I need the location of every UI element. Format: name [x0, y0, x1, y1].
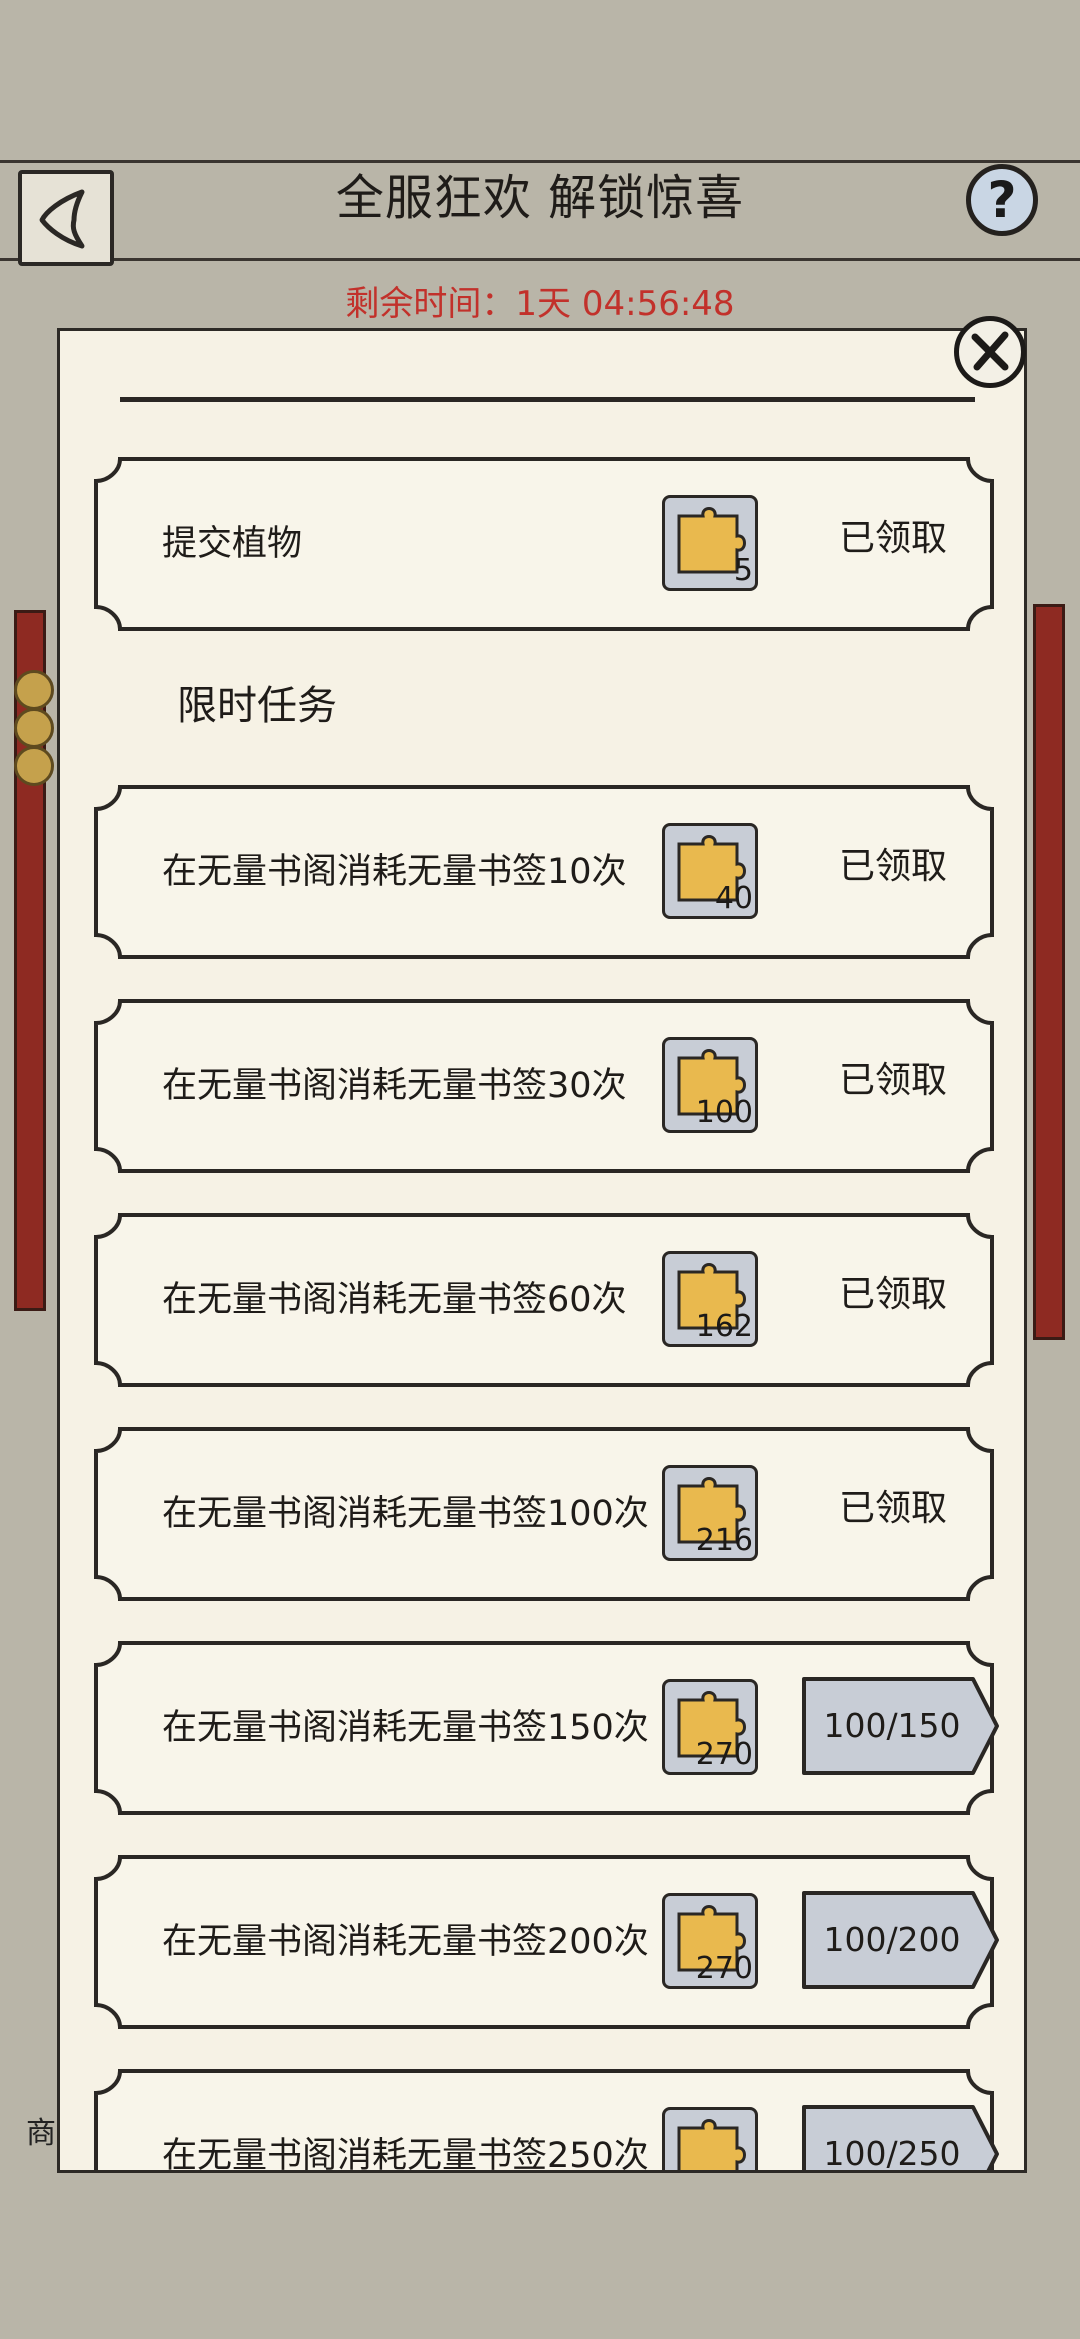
- progress-tag[interactable]: 100/200: [801, 1890, 1001, 1990]
- coin-icon: [14, 708, 54, 748]
- coin-icon: [14, 670, 54, 710]
- task-row: 在无量书阁消耗无量书签10次 40 已领取: [94, 783, 994, 961]
- progress-tag[interactable]: 100/150: [801, 1676, 1001, 1776]
- progress-text: 100/250: [823, 2134, 961, 2173]
- coin-icon: [14, 746, 54, 786]
- claimed-status: 已领取: [839, 1488, 948, 1529]
- reward-count: 100: [695, 1095, 753, 1130]
- reward-count: 162: [695, 1309, 753, 1344]
- panel-divider: [120, 397, 975, 402]
- close-button[interactable]: [954, 316, 1026, 388]
- task-row: 在无量书阁消耗无量书签250次 100/250: [94, 2067, 999, 2173]
- reward-count: 270: [695, 1737, 753, 1772]
- progress-tag[interactable]: 100/250: [801, 2104, 1001, 2173]
- help-button[interactable]: ?: [966, 164, 1038, 236]
- task-row: 提交植物 5 已领取: [94, 455, 994, 633]
- timer-value: 1天 04:56:48: [515, 284, 735, 324]
- task-row: 在无量书阁消耗无量书签30次 100 已领取: [94, 997, 994, 1175]
- task-row: 在无量书阁消耗无量书签200次 270 100/200: [94, 1853, 999, 2031]
- progress-text: 100/200: [823, 1920, 961, 1959]
- claimed-status: 已领取: [839, 846, 948, 887]
- task-name: 在无量书阁消耗无量书签250次: [162, 2136, 649, 2173]
- page-title: 全服狂欢 解锁惊喜: [335, 170, 745, 226]
- task-row: 在无量书阁消耗无量书签100次 216 已领取: [94, 1425, 994, 1603]
- task-name: 在无量书阁消耗无量书签10次: [162, 852, 627, 892]
- reward-item[interactable]: 162: [662, 1251, 758, 1347]
- claimed-status: 已领取: [839, 1274, 948, 1315]
- reward-count: 216: [695, 1523, 753, 1558]
- reward-item[interactable]: 5: [662, 495, 758, 591]
- reward-item[interactable]: [662, 2107, 758, 2170]
- reward-count: 40: [714, 881, 753, 916]
- reward-item[interactable]: 270: [662, 1679, 758, 1775]
- reward-count: 270: [695, 1951, 753, 1986]
- task-name: 在无量书阁消耗无量书签60次: [162, 1280, 627, 1320]
- progress-text: 100/150: [823, 1706, 961, 1745]
- reward-item[interactable]: 100: [662, 1037, 758, 1133]
- reward-item[interactable]: 40: [662, 823, 758, 919]
- task-name: 在无量书阁消耗无量书签30次: [162, 1066, 627, 1106]
- shop-label: 商: [26, 2116, 56, 2151]
- reward-item[interactable]: 270: [662, 1893, 758, 1989]
- event-screen: 全服狂欢 解锁惊喜 ? 剩余时间：1天 04:56:48 商 限时任务 提交植物…: [0, 0, 1080, 2339]
- task-name: 在无量书阁消耗无量书签200次: [162, 1922, 649, 1962]
- countdown-timer: 剩余时间：1天 04:56:48: [0, 276, 1080, 325]
- task-name: 在无量书阁消耗无量书签100次: [162, 1494, 649, 1534]
- task-name: 提交植物: [162, 524, 303, 564]
- task-panel: 限时任务 提交植物 5 已领取 在无量书阁消耗无量书签10次 40 已领取 在无…: [57, 328, 1027, 2173]
- timer-label: 剩余时间：: [345, 284, 516, 324]
- close-x-icon: [971, 331, 1009, 371]
- task-name: 在无量书阁消耗无量书签150次: [162, 1708, 649, 1748]
- question-icon: ?: [987, 171, 1017, 229]
- claimed-status: 已领取: [839, 518, 948, 559]
- reward-count: 5: [733, 553, 753, 588]
- header-bottom-line: [0, 258, 1080, 261]
- right-scroll-rail: [1033, 604, 1065, 1340]
- puzzle-piece-icon: [677, 2119, 746, 2170]
- section-label-limited-tasks: 限时任务: [177, 683, 337, 729]
- task-row: 在无量书阁消耗无量书签150次 270 100/150: [94, 1639, 999, 1817]
- task-row: 在无量书阁消耗无量书签60次 162 已领取: [94, 1211, 994, 1389]
- reward-item[interactable]: 216: [662, 1465, 758, 1561]
- claimed-status: 已领取: [839, 1060, 948, 1101]
